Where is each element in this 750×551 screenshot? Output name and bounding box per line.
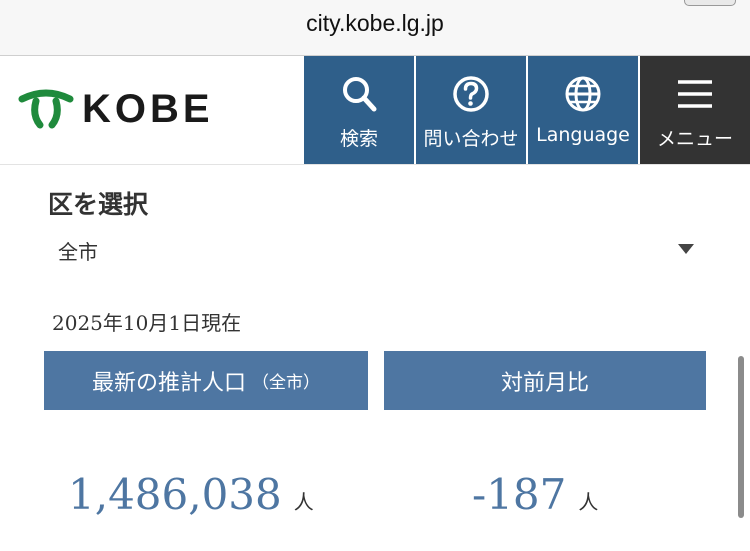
menu-button[interactable]: メニュー — [640, 56, 750, 164]
contact-label: 問い合わせ — [423, 128, 519, 150]
change-unit: 人 — [578, 490, 599, 514]
ward-dropdown-value: 全市 — [58, 240, 98, 264]
url-text[interactable]: city.kobe.lg.jp — [0, 10, 750, 37]
kobe-logo[interactable]: KOBE — [18, 89, 214, 129]
language-label: Language — [536, 124, 630, 146]
search-icon — [343, 77, 377, 112]
as-of-date: 2025年10月1日現在 — [52, 311, 242, 335]
language-button[interactable]: Language — [528, 56, 638, 164]
page-scrollbar[interactable] — [738, 356, 744, 518]
month-over-month-header: 対前月比 — [384, 351, 706, 410]
population-number: 1,486,038 — [68, 470, 282, 519]
browser-address-bar[interactable]: city.kobe.lg.jp — [0, 0, 750, 56]
hamburger-menu-icon — [678, 80, 712, 108]
population-unit: 人 — [293, 490, 314, 514]
latest-population-header: 最新の推計人口 （全市） — [44, 351, 368, 410]
status-indicator — [684, 0, 736, 6]
change-number: -187 — [472, 470, 567, 519]
ward-dropdown[interactable]: 全市 — [46, 226, 706, 272]
kobe-emblem-icon — [18, 89, 74, 129]
latest-population-sub: （全市） — [252, 373, 320, 393]
search-label: 検索 — [339, 128, 378, 150]
globe-icon — [565, 76, 601, 112]
search-button[interactable]: 検索 — [304, 56, 414, 164]
population-value: 1,486,038 人 — [68, 470, 314, 519]
logo-text: KOBE — [82, 87, 214, 131]
dropdown-arrow-icon — [678, 244, 694, 254]
site-header: KOBE 検索 問い合わせ Language メニュー — [0, 56, 750, 165]
contact-button[interactable]: 問い合わせ — [416, 56, 526, 164]
change-value: -187 人 — [472, 470, 598, 519]
month-over-month-label: 対前月比 — [500, 370, 589, 396]
menu-label: メニュー — [656, 128, 733, 150]
latest-population-label: 最新の推計人口 — [91, 370, 246, 396]
question-icon — [453, 76, 489, 112]
ward-select-heading: 区を選択 — [48, 190, 149, 219]
